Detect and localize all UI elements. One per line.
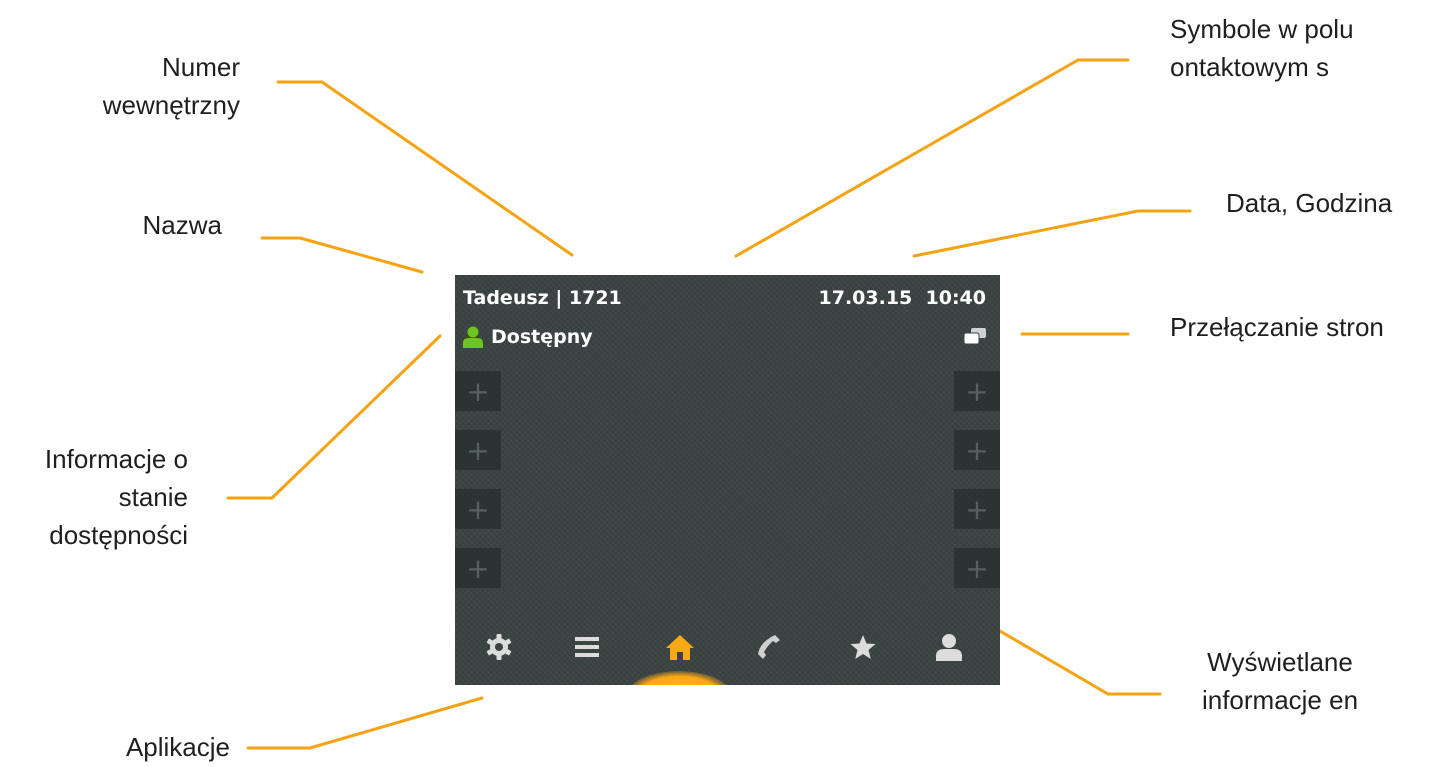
right-key-slot-1[interactable]: +	[954, 371, 1000, 411]
callout-info-line3: dostępności	[49, 520, 188, 550]
left-key-slot-4[interactable]: +	[455, 548, 501, 588]
user-name-extension: Tadeusz | 1721	[463, 287, 622, 309]
contact-icon[interactable]	[929, 627, 969, 667]
active-app-glow	[627, 671, 731, 685]
callout-symbole: Symbole w polu ontaktowym s	[1170, 10, 1430, 86]
callout-informacje-o-stanie: Informacje o stanie dostępności	[0, 440, 188, 554]
leader-aplikacje-diag	[308, 696, 484, 750]
menu-icon[interactable]	[567, 627, 607, 667]
gear-icon[interactable]	[479, 627, 519, 667]
leader-data-diag	[912, 209, 1140, 258]
callout-info-line1: Informacje o	[44, 444, 188, 474]
callout-wyswietlane: Wyświetlane informacje en	[1160, 643, 1400, 719]
callout-info-line2: stanie	[118, 482, 188, 512]
callout-data-godzina: Data, Godzina	[1226, 188, 1393, 218]
date-time: 17.03.15 10:40	[819, 287, 986, 309]
presence-status[interactable]: Dostępny	[463, 326, 593, 348]
left-key-slot-3[interactable]: +	[455, 489, 501, 529]
time: 10:40	[925, 287, 986, 309]
callout-aplikacje: Aplikacje	[125, 732, 230, 762]
app-bar	[455, 613, 1000, 685]
callout-nazwa: Nazwa	[142, 210, 222, 240]
star-icon[interactable]	[843, 627, 883, 667]
date: 17.03.15	[818, 287, 913, 309]
callout-numer-line1: Numer	[161, 52, 240, 82]
leader-info-diag	[270, 334, 442, 500]
page-switch-icon[interactable]	[963, 328, 986, 348]
callout-symbole-line1: Symbole w polu	[1170, 14, 1354, 44]
presence-user-icon	[463, 326, 483, 348]
callout-symbole-line2: ontaktowym s	[1170, 52, 1329, 82]
left-key-slot-1[interactable]: +	[455, 371, 501, 411]
callout-numer-wewnetrzny: Numer wewnętrzny	[40, 48, 240, 124]
leader-nazwa-diag	[298, 236, 424, 274]
phone-icon[interactable]	[748, 627, 788, 667]
presence-status-label: Dostępny	[491, 326, 593, 348]
left-key-slot-2[interactable]: +	[455, 430, 501, 470]
callout-numer-line2: wewnętrzny	[102, 90, 240, 120]
callout-przelaczanie: Przełączanie stron	[1170, 312, 1384, 342]
callout-wyswietlane-line2: informacje en	[1201, 685, 1359, 715]
right-key-slot-4[interactable]: +	[954, 548, 1000, 588]
callout-wyswietlane-line1: Wyświetlane	[1207, 647, 1353, 677]
leader-symbole-diag	[734, 58, 1080, 258]
home-icon[interactable]	[660, 627, 700, 667]
right-key-slot-2[interactable]: +	[954, 430, 1000, 470]
phone-screen: Tadeusz | 1721 17.03.15 10:40 Dostępny +…	[455, 275, 1000, 685]
leader-numer-diag	[320, 80, 574, 257]
right-key-slot-3[interactable]: +	[954, 489, 1000, 529]
